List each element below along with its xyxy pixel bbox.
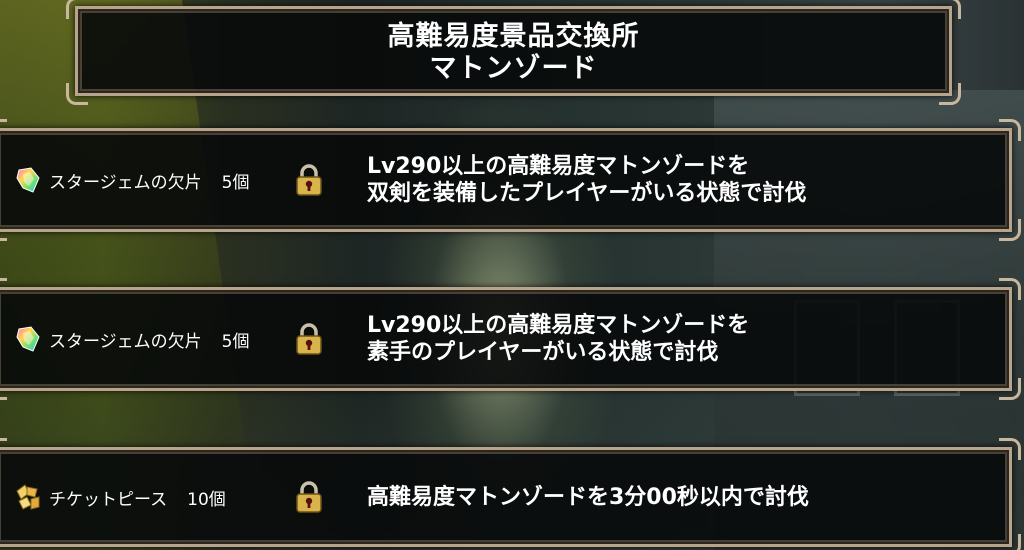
page-title: 高難易度景品交換所 マトンゾード [78,21,949,85]
title-line-1: 高難易度景品交換所 [387,21,640,52]
reward-row-3[interactable]: チケットピース 10個 高難易度マトンゾードを3分00秒以内で討伐 [0,438,1021,550]
condition-line-2: 双剣を装備したプレイヤーがいる状態で討伐 [367,181,807,206]
reward-item-name: スタージェムの欠片 [49,172,202,193]
lock-icon [296,164,322,196]
condition-line-2: 素手のプレイヤーがいる状態で討伐 [367,340,719,365]
unlock-condition: Lv290以上の高難易度マトンゾードを 双剣を装備したプレイヤーがいる状態で討伐 [367,131,806,229]
title-line-2: マトンゾード [429,53,598,84]
condition-line-1: Lv290以上の高難易度マトンゾードを [367,154,750,179]
title-panel: 高難易度景品交換所 マトンゾード [66,0,961,105]
reward-item: スタージェムの欠片 5個 [15,131,250,229]
reward-quantity: 5個 [221,331,250,352]
unlock-condition: Lv290以上の高難易度マトンゾードを 素手のプレイヤーがいる状態で討伐 [367,290,749,388]
lock-icon [296,323,322,355]
reward-item-name: スタージェムの欠片 [49,331,202,352]
reward-item-name: チケットピース [49,489,168,510]
reward-quantity: 10個 [187,489,226,510]
lock-icon [296,481,322,513]
reward-item: スタージェムの欠片 5個 [15,290,250,388]
star-gem-fragment-icon [16,167,40,193]
reward-row-2[interactable]: スタージェムの欠片 5個 Lv290以上の高難易度マトンゾードを 素手のプレイヤ… [0,278,1021,400]
condition-line-1: Lv290以上の高難易度マトンゾードを [367,313,750,338]
reward-item: チケットピース 10個 [15,450,226,544]
unlock-condition: 高難易度マトンゾードを3分00秒以内で討伐 [367,450,809,544]
condition-line-1: 高難易度マトンゾードを3分00秒以内で討伐 [367,484,809,510]
reward-row-1[interactable]: スタージェムの欠片 5個 Lv290以上の高難易度マトンゾードを 双剣を装備した… [0,119,1021,241]
reward-quantity: 5個 [221,172,250,193]
ticket-piece-icon [16,484,40,510]
star-gem-fragment-icon [16,326,40,352]
